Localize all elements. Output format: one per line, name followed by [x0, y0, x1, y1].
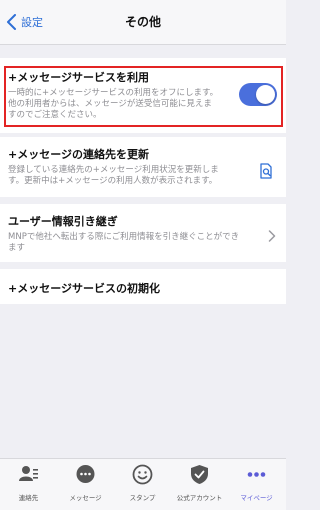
- tab-messages[interactable]: メッセージ: [57, 459, 114, 510]
- tab-label: 公式アカウント: [176, 494, 223, 502]
- message-icon: [76, 465, 95, 483]
- setting-row-update-contacts[interactable]: +メッセージの連絡先を更新 登録している連絡先の+メッセージ利用状況を更新しま …: [0, 137, 286, 197]
- tab-label: マイページ: [240, 494, 273, 502]
- tab-label: 連絡先: [18, 494, 39, 502]
- setting-description: 登録している連絡先の+メッセージ利用状況を更新しま す。更新中は+メッセージの利…: [8, 165, 219, 186]
- setting-title: ユーザー情報引き継ぎ: [8, 215, 118, 228]
- contact-search-icon[interactable]: [258, 163, 274, 179]
- tab-label: メッセージ: [69, 494, 102, 502]
- contacts-icon: [19, 466, 38, 481]
- page-title: その他: [124, 15, 161, 29]
- tab-my-page[interactable]: マイページ: [228, 459, 285, 510]
- official-account-icon: [191, 465, 208, 484]
- setting-row-initialize[interactable]: +メッセージサービスの初期化: [0, 269, 286, 304]
- toggle-knob: [256, 85, 275, 104]
- tab-stamps[interactable]: スタンプ: [114, 459, 171, 510]
- tab-label: スタンプ: [129, 494, 156, 502]
- navigation-bar: 設定 その他: [0, 0, 286, 45]
- more-icon: [247, 472, 266, 477]
- setting-title: +メッセージサービスの初期化: [8, 282, 160, 295]
- setting-description: MNPで他社へ転出する際にご利用情報を引き継ぐことができ ます: [8, 232, 240, 253]
- setting-title: +メッセージの連絡先を更新: [8, 148, 149, 161]
- plus-message-usage-toggle[interactable]: [239, 83, 277, 106]
- tab-bar: 連絡先 メッセージ スタンプ 公式アカウント マイページ: [0, 458, 286, 510]
- tab-contacts[interactable]: 連絡先: [0, 459, 57, 510]
- stamp-icon: [132, 464, 153, 485]
- tab-official-accounts[interactable]: 公式アカウント: [171, 459, 228, 510]
- setting-row-user-info-transfer[interactable]: ユーザー情報引き継ぎ MNPで他社へ転出する際にご利用情報を引き継ぐことができ …: [0, 204, 286, 262]
- chevron-right-icon: [268, 230, 276, 242]
